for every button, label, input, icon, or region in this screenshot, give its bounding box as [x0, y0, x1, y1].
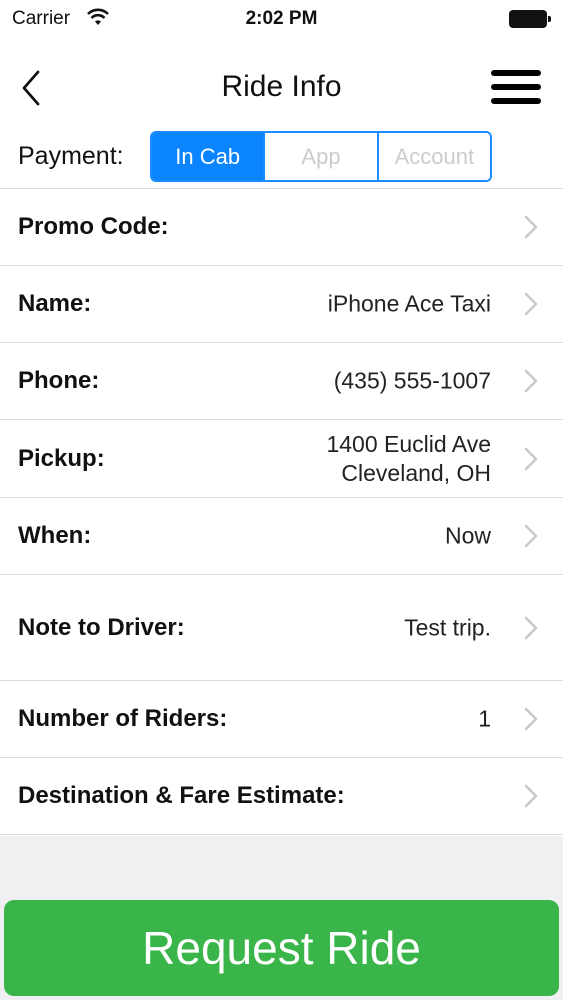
payment-option-account[interactable]: Account: [376, 133, 490, 180]
row-name[interactable]: Name: iPhone Ace Taxi: [0, 266, 563, 343]
ride-info-list: Promo Code: Name: iPhone Ace Taxi Phone:…: [0, 188, 563, 835]
status-time: 2:02 PM: [245, 8, 318, 29]
payment-option-in-cab[interactable]: In Cab: [152, 133, 264, 180]
request-ride-button[interactable]: Request Ride: [4, 900, 559, 996]
chevron-right-icon: [524, 707, 538, 731]
row-promo-code[interactable]: Promo Code:: [0, 189, 563, 266]
row-when[interactable]: When: Now: [0, 498, 563, 575]
row-label: When:: [18, 522, 92, 549]
row-value: iPhone Ace Taxi: [327, 290, 491, 317]
chevron-right-icon: [524, 524, 538, 548]
payment-label: Payment:: [18, 142, 124, 170]
row-value: 1400 Euclid Ave Cleveland, OH: [326, 430, 491, 486]
payment-row: Payment: In Cab App Account: [0, 130, 563, 188]
row-value: Test trip.: [404, 614, 491, 640]
chevron-right-icon: [524, 447, 538, 470]
row-label: Destination & Fare Estimate:: [18, 782, 345, 809]
chevron-right-icon: [524, 215, 538, 239]
row-value: 1: [478, 705, 491, 732]
row-pickup[interactable]: Pickup: 1400 Euclid Ave Cleveland, OH: [0, 420, 563, 498]
navigation-bar: Ride Info: [0, 40, 563, 130]
row-label: Note to Driver:: [18, 613, 185, 641]
row-value: Now: [444, 522, 491, 549]
battery-icon: [509, 10, 551, 28]
row-label: Phone:: [18, 367, 100, 394]
row-label: Promo Code:: [18, 213, 169, 240]
page-title: Ride Info: [221, 70, 342, 103]
chevron-right-icon: [524, 616, 538, 639]
row-phone[interactable]: Phone: (435) 555-1007: [0, 343, 563, 420]
chevron-right-icon: [524, 292, 538, 316]
hamburger-menu-icon[interactable]: [491, 70, 541, 106]
chevron-right-icon: [524, 369, 538, 393]
row-number-of-riders[interactable]: Number of Riders: 1: [0, 681, 563, 758]
payment-option-app[interactable]: App: [263, 133, 377, 180]
row-value: (435) 555-1007: [333, 367, 491, 394]
row-note-to-driver[interactable]: Note to Driver: Test trip.: [0, 575, 563, 681]
row-destination-fare-estimate[interactable]: Destination & Fare Estimate:: [0, 758, 563, 835]
payment-segmented-control: In Cab App Account: [150, 131, 492, 182]
row-label: Pickup:: [18, 444, 105, 472]
chevron-right-icon: [524, 784, 538, 808]
status-bar: Carrier 2:02 PM: [0, 0, 563, 40]
row-label: Name:: [18, 290, 92, 317]
row-label: Number of Riders:: [18, 705, 228, 732]
